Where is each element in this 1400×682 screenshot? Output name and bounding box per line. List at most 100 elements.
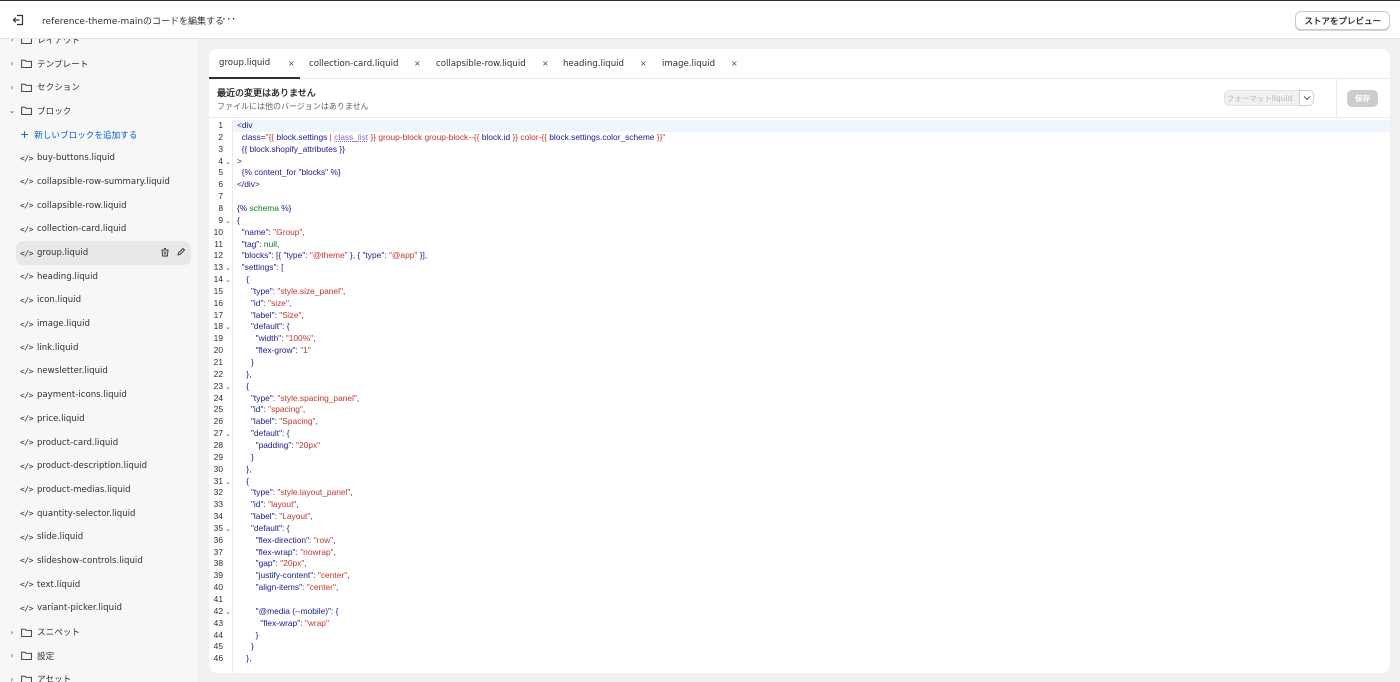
tab-file[interactable]: image.liquid × xyxy=(662,49,743,79)
file-item[interactable]: </> text.liquid xyxy=(0,573,197,597)
code-text: "width": "100%", xyxy=(237,333,316,345)
chevron-right-icon: › xyxy=(10,39,14,45)
code-line: 7 xyxy=(209,191,1390,203)
file-item[interactable]: </> icon.liquid xyxy=(0,289,197,313)
line-number: 33 xyxy=(213,499,223,510)
format-options-dropdown[interactable] xyxy=(1299,90,1314,106)
top-bar: reference-theme-mainのコードを編集する ··· ストアをプレ… xyxy=(0,1,1400,39)
line-number: 30 xyxy=(213,463,223,474)
tab-file[interactable]: collection-card.liquid × xyxy=(309,49,426,79)
folder-item[interactable]: › 設定 xyxy=(0,644,197,668)
file-item[interactable]: </> buy-buttons.liquid xyxy=(0,146,197,170)
code-token: class_list xyxy=(334,131,369,142)
code-line: 31 ⌄ { xyxy=(209,476,1390,488)
code-token: </div> xyxy=(237,179,260,190)
file-item[interactable]: </> product-card.liquid xyxy=(0,431,197,455)
code-token: "tag": xyxy=(237,238,264,249)
close-icon[interactable]: × xyxy=(731,59,738,68)
close-icon[interactable]: × xyxy=(288,59,295,68)
close-icon[interactable]: × xyxy=(414,59,421,68)
file-item[interactable]: </> quantity-selector.liquid xyxy=(0,502,197,526)
status-bar: 最近の変更はありません ファイルには他のバージョンはありません フォーマットli… xyxy=(209,79,1390,118)
line-number: 44 xyxy=(213,629,223,640)
code-token: null xyxy=(263,238,277,249)
code-token: schema xyxy=(249,202,279,213)
code-token: "20px" xyxy=(280,558,305,569)
code-line: 10 "name": "Group", xyxy=(209,227,1390,239)
code-file-icon: </> xyxy=(20,201,33,211)
save-button[interactable]: 保存 xyxy=(1347,90,1378,107)
code-text: { xyxy=(237,381,249,393)
file-item[interactable]: </> image.liquid xyxy=(0,312,197,336)
code-line: 25 "id": "spacing", xyxy=(209,404,1390,416)
file-item[interactable]: </> link.liquid xyxy=(0,336,197,360)
plus-icon: + xyxy=(20,128,30,142)
file-item[interactable]: </> product-medias.liquid xyxy=(0,478,197,502)
code-file-icon: </> xyxy=(20,390,33,400)
file-item[interactable]: </> slideshow-controls.liquid xyxy=(0,549,197,573)
folder-item[interactable]: ⌄ ブロック xyxy=(0,99,197,123)
code-text: "flex-direction": "row", xyxy=(237,535,336,547)
code-token: block.settings xyxy=(276,131,328,142)
code-token: , xyxy=(333,546,336,557)
file-item[interactable]: </> payment-icons.liquid xyxy=(0,383,197,407)
folder-icon xyxy=(21,59,32,68)
folder-item[interactable]: › レイアウト xyxy=(0,39,197,52)
exit-icon[interactable] xyxy=(11,13,25,27)
code-token: { xyxy=(237,274,250,285)
tab-file[interactable]: group.liquid × xyxy=(209,49,300,79)
code-token: , xyxy=(356,392,360,403)
line-number: 13 xyxy=(213,262,223,273)
format-liquid-button[interactable]: フォーマットliquid xyxy=(1224,90,1311,106)
code-line: 43 "flex-wrap": "wrap" xyxy=(209,618,1390,630)
code-line: 34 "label": "Layout", xyxy=(209,511,1390,523)
trash-icon[interactable] xyxy=(160,247,170,257)
file-item[interactable]: </> product-description.liquid xyxy=(0,454,197,478)
file-item[interactable]: </> newsletter.liquid xyxy=(0,360,197,384)
code-line: 16 "id": "size", xyxy=(209,298,1390,310)
line-number: 9 xyxy=(218,214,223,225)
code-token: , xyxy=(350,487,353,498)
file-item[interactable]: </> group.liquid xyxy=(16,241,191,265)
close-icon[interactable]: × xyxy=(542,59,549,68)
code-token: "id": xyxy=(237,499,269,510)
file-label: buy-buttons.liquid xyxy=(36,153,115,164)
code-token: block.settings.color_scheme xyxy=(549,131,655,142)
code-token: "type": xyxy=(237,487,278,498)
close-icon[interactable]: × xyxy=(640,59,647,68)
line-number: 28 xyxy=(213,439,223,450)
file-item[interactable]: </> heading.liquid xyxy=(0,265,197,289)
file-item[interactable]: </> variant-picker.liquid xyxy=(0,597,197,621)
code-text: "id": "spacing", xyxy=(237,404,305,416)
code-area[interactable]: 1 <div 2 class="{{ block.settings | class_… xyxy=(209,119,1390,673)
tab-file[interactable]: heading.liquid × xyxy=(563,49,652,79)
folder-item[interactable]: › アセット xyxy=(0,668,197,682)
file-label: text.liquid xyxy=(36,579,81,590)
editor-window: reference-theme-mainのコードを編集する ··· ストアをプレ… xyxy=(0,0,1400,682)
folder-item[interactable]: › セクション xyxy=(0,75,197,99)
code-file-icon: </> xyxy=(20,177,33,187)
edit-icon[interactable] xyxy=(176,247,186,257)
code-token: "gap": xyxy=(237,558,281,569)
status-title: 最近の変更はありません xyxy=(217,89,316,99)
code-text: }, xyxy=(237,369,251,381)
file-label: group.liquid xyxy=(36,248,89,259)
tab-file[interactable]: collapsible-row.liquid × xyxy=(436,49,554,79)
add-block-button[interactable]: + 新しいブロックを追加する xyxy=(0,123,197,147)
file-item[interactable]: </> slide.liquid xyxy=(0,525,197,549)
code-token: "padding": xyxy=(237,439,297,450)
file-item[interactable]: </> collapsible-row.liquid xyxy=(0,194,197,218)
file-item[interactable]: </> collection-card.liquid xyxy=(0,218,197,242)
file-item[interactable]: </> collapsible-row-summary.liquid xyxy=(0,170,197,194)
folder-item[interactable]: › テンプレート xyxy=(0,52,197,76)
code-line: 33 "id": "layout", xyxy=(209,499,1390,511)
divider xyxy=(1336,79,1337,118)
code-token: "Layout" xyxy=(279,511,311,522)
code-line: 27 ⌄ "default": { xyxy=(209,428,1390,440)
preview-store-button[interactable]: ストアをプレビュー xyxy=(1295,11,1390,30)
folder-item[interactable]: › スニペット xyxy=(0,620,197,644)
more-actions-button[interactable]: ··· xyxy=(222,12,236,26)
code-token: "default": { xyxy=(237,428,290,439)
file-item[interactable]: </> price.liquid xyxy=(0,407,197,431)
folder-icon xyxy=(21,83,32,92)
